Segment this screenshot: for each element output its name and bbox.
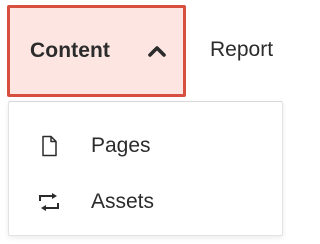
- content-dropdown-menu: Pages Assets: [8, 101, 283, 236]
- nav-item-report[interactable]: Report: [210, 0, 273, 100]
- chevron-up-icon: [148, 46, 166, 57]
- menu-item-assets-label: Assets: [91, 190, 155, 213]
- top-navigation-bar: Content Report: [0, 0, 291, 100]
- nav-item-content-label: Content: [30, 39, 111, 62]
- menu-item-assets[interactable]: Assets: [9, 176, 282, 228]
- assets-swap-icon: [39, 193, 59, 211]
- nav-item-content[interactable]: Content: [7, 5, 186, 97]
- nav-item-report-label: Report: [210, 38, 274, 61]
- menu-item-pages[interactable]: Pages: [9, 120, 282, 172]
- page-icon: [42, 135, 57, 157]
- menu-item-pages-label: Pages: [91, 134, 151, 157]
